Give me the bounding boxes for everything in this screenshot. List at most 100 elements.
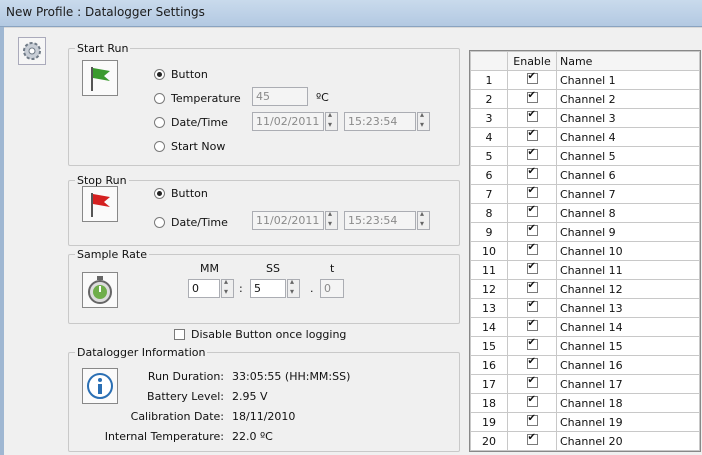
channel-name[interactable]: Channel 19 (556, 412, 700, 432)
channel-name[interactable]: Channel 11 (556, 260, 700, 280)
seconds-spinner[interactable] (287, 277, 300, 298)
channel-name[interactable]: Channel 4 (556, 127, 700, 147)
channel-enable-checkbox[interactable] (507, 336, 557, 356)
table-row[interactable]: 18 Channel 18 (470, 393, 700, 413)
table-row[interactable]: 8 Channel 8 (470, 203, 700, 223)
stop-date-input[interactable]: 11/02/2011 (252, 211, 324, 230)
channel-name[interactable]: Channel 1 (556, 70, 700, 90)
channel-enable-checkbox[interactable] (507, 431, 557, 451)
table-row[interactable]: 14 Channel 14 (470, 317, 700, 337)
channel-enable-checkbox[interactable] (507, 298, 557, 318)
channel-name[interactable]: Channel 8 (556, 203, 700, 223)
channel-name[interactable]: Channel 7 (556, 184, 700, 204)
checkbox-checked-icon (526, 299, 538, 312)
stop-time-spinner[interactable] (417, 209, 430, 230)
start-date-input[interactable]: 11/02/2011 (252, 112, 324, 131)
channel-index: 7 (470, 184, 508, 204)
channel-name[interactable]: Channel 2 (556, 89, 700, 109)
channel-enable-checkbox[interactable] (507, 317, 557, 337)
channel-name[interactable]: Channel 9 (556, 222, 700, 242)
channel-enable-checkbox[interactable] (507, 184, 557, 204)
channel-enable-checkbox[interactable] (507, 146, 557, 166)
channel-enable-checkbox[interactable] (507, 127, 557, 147)
channel-index: 13 (470, 298, 508, 318)
stop-button-radio[interactable]: Button (154, 187, 208, 200)
table-row[interactable]: 4 Channel 4 (470, 127, 700, 147)
info-value-calibration: 18/11/2010 (232, 410, 296, 423)
start-time-spinner[interactable] (417, 110, 430, 131)
channel-name[interactable]: Channel 18 (556, 393, 700, 413)
start-now-radio[interactable]: Start Now (154, 140, 225, 153)
stop-datetime-radio[interactable]: Date/Time (154, 216, 228, 229)
start-button-radio[interactable]: Button (154, 68, 208, 81)
channel-name[interactable]: Channel 6 (556, 165, 700, 185)
table-row[interactable]: 20 Channel 20 (470, 431, 700, 451)
channel-name[interactable]: Channel 17 (556, 374, 700, 394)
channel-enable-checkbox[interactable] (507, 89, 557, 109)
minutes-spinner[interactable] (221, 277, 234, 298)
table-row[interactable]: 17 Channel 17 (470, 374, 700, 394)
channel-name[interactable]: Channel 16 (556, 355, 700, 375)
channel-name[interactable]: Channel 3 (556, 108, 700, 128)
table-row[interactable]: 6 Channel 6 (470, 165, 700, 185)
stop-flag-icon (82, 186, 118, 222)
channel-enable-checkbox[interactable] (507, 374, 557, 394)
channel-enable-checkbox[interactable] (507, 203, 557, 223)
channel-name[interactable]: Channel 10 (556, 241, 700, 261)
channel-enable-checkbox[interactable] (507, 260, 557, 280)
table-row[interactable]: 19 Channel 19 (470, 412, 700, 432)
table-row[interactable]: 15 Channel 15 (470, 336, 700, 356)
channel-enable-checkbox[interactable] (507, 165, 557, 185)
channel-enable-checkbox[interactable] (507, 355, 557, 375)
channel-name[interactable]: Channel 14 (556, 317, 700, 337)
channel-enable-checkbox[interactable] (507, 241, 557, 261)
checkbox-checked-icon (526, 337, 538, 350)
start-datetime-radio[interactable]: Date/Time (154, 116, 228, 129)
channel-enable-checkbox[interactable] (507, 70, 557, 90)
channel-index: 12 (470, 279, 508, 299)
table-row[interactable]: 16 Channel 16 (470, 355, 700, 375)
table-row[interactable]: 9 Channel 9 (470, 222, 700, 242)
table-row[interactable]: 3 Channel 3 (470, 108, 700, 128)
tenths-input[interactable]: 0 (320, 279, 344, 298)
channel-index: 11 (470, 260, 508, 280)
table-row[interactable]: 11 Channel 11 (470, 260, 700, 280)
checkbox-checked-icon (526, 413, 538, 426)
channel-name[interactable]: Channel 5 (556, 146, 700, 166)
channel-name[interactable]: Channel 13 (556, 298, 700, 318)
table-row[interactable]: 10 Channel 10 (470, 241, 700, 261)
stop-date-spinner[interactable] (325, 209, 338, 230)
seconds-input[interactable]: 5 (250, 279, 286, 298)
stop-time-input[interactable]: 15:23:54 (344, 211, 416, 230)
start-date-spinner[interactable] (325, 110, 338, 131)
table-row[interactable]: 5 Channel 5 (470, 146, 700, 166)
start-temperature-radio[interactable]: Temperature (154, 92, 241, 105)
channel-name[interactable]: Channel 15 (556, 336, 700, 356)
channel-enable-checkbox[interactable] (507, 108, 557, 128)
info-label-run-duration: Run Duration: (147, 370, 224, 383)
channel-enable-checkbox[interactable] (507, 393, 557, 413)
minutes-input[interactable]: 0 (188, 279, 220, 298)
gear-icon (18, 37, 46, 65)
disable-button-checkbox[interactable]: Disable Button once logging (174, 328, 346, 341)
t-label: t (330, 262, 335, 275)
start-time-input[interactable]: 15:23:54 (344, 112, 416, 131)
start-temperature-input[interactable]: 45 (252, 87, 308, 106)
column-header-enable[interactable]: Enable (507, 51, 557, 71)
table-row[interactable]: 1 Channel 1 (470, 70, 700, 90)
title-bar[interactable]: New Profile : Datalogger Settings (0, 0, 702, 27)
checkbox-checked-icon (526, 394, 538, 407)
channel-enable-checkbox[interactable] (507, 279, 557, 299)
column-header-name[interactable]: Name (556, 51, 700, 71)
channel-name[interactable]: Channel 20 (556, 431, 700, 451)
channel-index: 3 (470, 108, 508, 128)
table-row[interactable]: 2 Channel 2 (470, 89, 700, 109)
channel-enable-checkbox[interactable] (507, 222, 557, 242)
info-value-run-duration: 33:05:55 (HH:MM:SS) (232, 370, 351, 383)
table-row[interactable]: 7 Channel 7 (470, 184, 700, 204)
channel-name[interactable]: Channel 12 (556, 279, 700, 299)
table-row[interactable]: 12 Channel 12 (470, 279, 700, 299)
table-row[interactable]: 13 Channel 13 (470, 298, 700, 318)
dot-separator: . (310, 282, 314, 295)
channel-enable-checkbox[interactable] (507, 412, 557, 432)
